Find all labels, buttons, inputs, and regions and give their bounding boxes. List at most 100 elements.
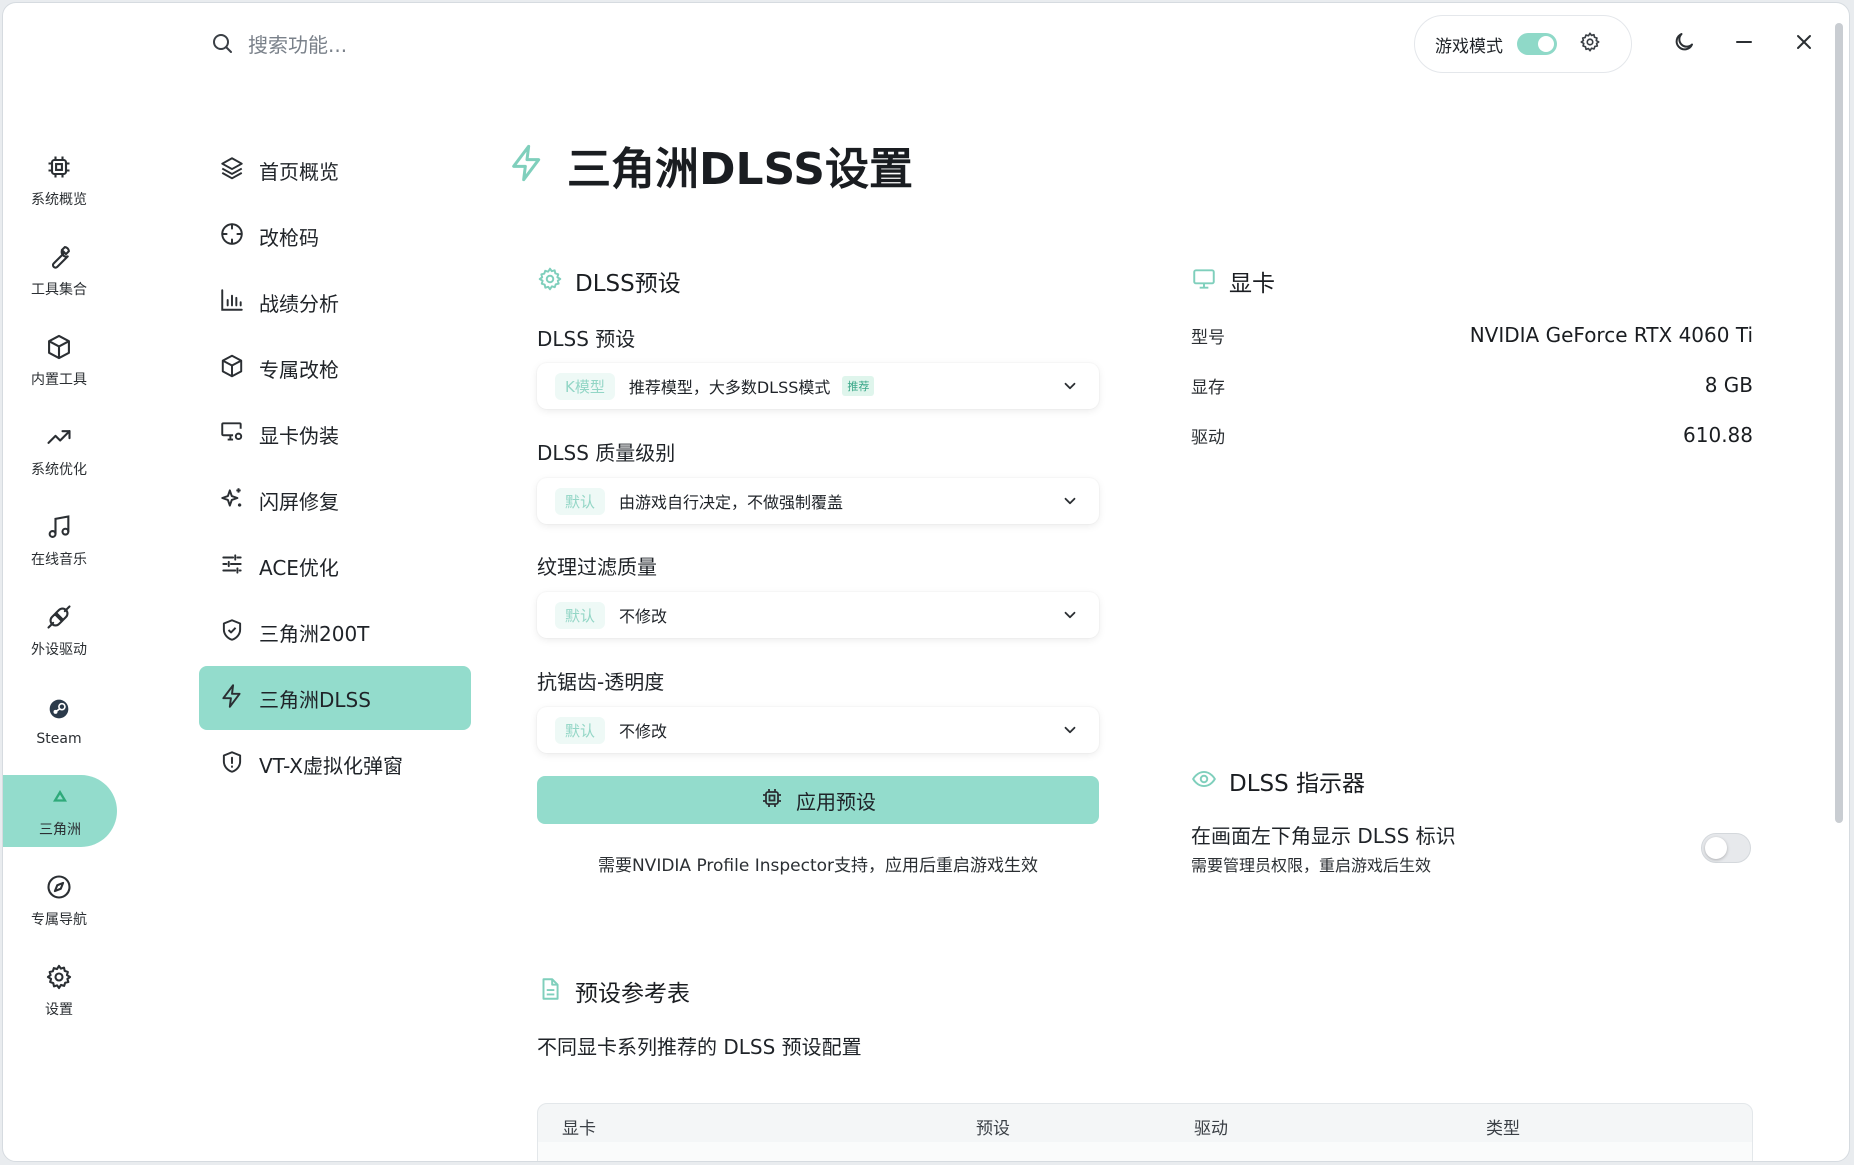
monitor-icon: [1191, 266, 1217, 296]
rail-item-peripheral-drivers[interactable]: 外设驱动: [3, 595, 115, 667]
steam-icon: [45, 695, 73, 727]
subnav-item-flicker-fix[interactable]: 闪屏修复: [199, 468, 471, 532]
shield-check-icon: [219, 617, 245, 647]
subnav-item-label: 战绩分析: [259, 291, 339, 316]
rail-item-label: 工具集合: [31, 282, 87, 298]
dlss-indicator-section-header: DLSS 指示器: [1191, 764, 1365, 798]
recommended-badge: 推荐: [842, 376, 875, 396]
gpu-value: 610.88: [1683, 423, 1753, 447]
subnav-item-label: 首页概览: [259, 159, 339, 184]
subnav-item-label: 闪屏修复: [259, 489, 339, 514]
subnav-item-delta-dlss[interactable]: 三角洲DLSS: [199, 666, 471, 730]
select-value: 由游戏自行决定，不做强制覆盖: [619, 493, 844, 512]
dlss-preset-section-header: DLSS预设: [537, 264, 681, 298]
rail-item-system-overview[interactable]: 系统概览: [3, 145, 115, 217]
rail-item-label: Steam: [36, 731, 82, 747]
shield-alert-icon: [219, 749, 245, 779]
rail-item-label: 设置: [45, 1002, 73, 1018]
table-header: 驱动: [1194, 1119, 1228, 1139]
subnav-item-gpu-spoof[interactable]: 显卡伪装: [199, 402, 471, 466]
page-title: 三角洲DLSS设置: [567, 144, 913, 195]
search-icon: [210, 31, 234, 59]
rail-item-label: 三角洲: [39, 822, 81, 838]
page-header: 三角洲DLSS设置: [507, 133, 913, 197]
app-window: 游戏模式 系统概览 工具集合 内置工具: [2, 2, 1850, 1162]
apply-preset-button[interactable]: 应用预设: [537, 776, 1099, 824]
gpu-key: 显存: [1191, 378, 1225, 398]
rail-item-delta[interactable]: 三角洲: [3, 775, 117, 847]
subnav-item-label: ACE优化: [259, 555, 339, 580]
rail-item-label: 系统优化: [31, 462, 87, 478]
compass-icon: [45, 873, 73, 905]
texture-filter-select[interactable]: 默认 不修改: [537, 592, 1099, 638]
gpu-key: 型号: [1191, 328, 1225, 348]
subnav-item-stats[interactable]: 战绩分析: [199, 270, 471, 334]
rail-item-navigation[interactable]: 专属导航: [3, 865, 115, 937]
rail-item-settings[interactable]: 设置: [3, 955, 115, 1027]
bolt-icon: [219, 683, 245, 713]
rail-item-steam[interactable]: Steam: [3, 685, 115, 757]
dlss-indicator-toggle[interactable]: [1701, 833, 1751, 863]
subnav-item-label: 三角洲DLSS: [259, 687, 371, 712]
gpu-value: NVIDIA GeForce RTX 4060 Ti: [1469, 323, 1753, 347]
gpu-key: 驱动: [1191, 428, 1225, 448]
triangle-icon: [46, 783, 74, 815]
moon-icon: [1672, 30, 1696, 58]
reference-section-header: 预设参考表: [537, 974, 690, 1008]
minimize-icon: [1732, 30, 1756, 58]
rail-item-online-music[interactable]: 在线音乐: [3, 505, 115, 577]
rail-item-system-optimize[interactable]: 系统优化: [3, 415, 115, 487]
game-mode-label: 游戏模式: [1435, 36, 1503, 57]
select-value: 不修改: [619, 607, 668, 626]
gpu-row-driver: 驱动 610.88: [1191, 423, 1753, 448]
cpu-icon: [760, 786, 784, 814]
dlss-quality-select[interactable]: 默认 由游戏自行决定，不做强制覆盖: [537, 478, 1099, 524]
game-mode-pill: 游戏模式: [1414, 15, 1632, 73]
trending-up-icon: [45, 423, 73, 455]
gear-icon: [537, 266, 563, 296]
subnav-item-label: 显卡伪装: [259, 423, 339, 448]
default-tag: 默认: [555, 487, 606, 515]
subnav-item-gun-code[interactable]: 改枪码: [199, 204, 471, 268]
subnav-item-home[interactable]: 首页概览: [199, 138, 471, 202]
table-header: 显卡: [562, 1119, 596, 1139]
aa-transparency-label: 抗锯齿-透明度: [537, 670, 665, 694]
subnav-item-vtx-popup[interactable]: VT-X虚拟化弹窗: [199, 732, 471, 796]
gpu-row-vram: 显存 8 GB: [1191, 373, 1753, 398]
section-title: DLSS预设: [575, 271, 681, 297]
table-header: 预设: [976, 1119, 1010, 1139]
rail-item-label: 在线音乐: [31, 552, 87, 568]
game-mode-toggle[interactable]: [1517, 33, 1557, 55]
minimize-button[interactable]: [1729, 29, 1759, 59]
search-bar[interactable]: [210, 25, 508, 65]
subnav-item-custom-gun[interactable]: 专属改枪: [199, 336, 471, 400]
subnav-item-ace-optimize[interactable]: ACE优化: [199, 534, 471, 598]
aa-transparency-select[interactable]: 默认 不修改: [537, 707, 1099, 753]
sparkles-icon: [219, 485, 245, 515]
music-icon: [45, 513, 73, 545]
rail-item-tools[interactable]: 工具集合: [3, 235, 115, 307]
gpu-row-model: 型号 NVIDIA GeForce RTX 4060 Ti: [1191, 323, 1753, 348]
texture-filter-label: 纹理过滤质量: [537, 555, 657, 579]
section-title: 显卡: [1229, 271, 1275, 297]
subnav-item-delta-200t[interactable]: 三角洲200T: [199, 600, 471, 664]
layers-icon: [219, 155, 245, 185]
section-title: 预设参考表: [575, 981, 690, 1007]
dlss-preset-label: DLSS 预设: [537, 327, 636, 351]
subnav-item-label: VT-X虚拟化弹窗: [259, 753, 403, 778]
subnav-item-label: 改枪码: [259, 225, 319, 250]
dlss-quality-label: DLSS 质量级别: [537, 441, 676, 465]
search-input[interactable]: [248, 33, 508, 57]
scrollbar[interactable]: [1835, 23, 1843, 823]
rail-item-label: 专属导航: [31, 912, 87, 928]
dlss-preset-select[interactable]: K模型 推荐模型，大多数DLSS模式 推荐: [537, 363, 1099, 409]
close-button[interactable]: [1789, 29, 1819, 59]
gear-icon[interactable]: [1571, 31, 1601, 57]
preset-tag: K模型: [555, 372, 615, 400]
rail-item-builtin-tools[interactable]: 内置工具: [3, 325, 115, 397]
subnav-item-label: 三角洲200T: [259, 621, 370, 646]
apply-hint: 需要NVIDIA Profile Inspector支持，应用后重启游戏生效: [597, 856, 1039, 876]
theme-toggle-button[interactable]: [1669, 29, 1699, 59]
wrench-icon: [45, 243, 73, 275]
gpu-value: 8 GB: [1704, 373, 1753, 397]
